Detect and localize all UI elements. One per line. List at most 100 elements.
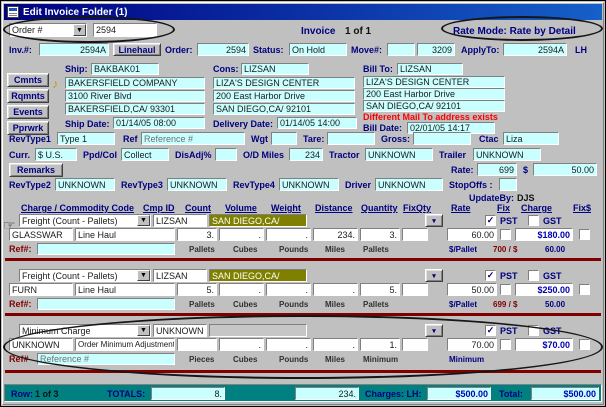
gst-checkbox[interactable] xyxy=(528,270,539,281)
destination-field[interactable] xyxy=(209,324,307,337)
wgt-field[interactable] xyxy=(271,132,297,145)
ref-number-field[interactable] xyxy=(37,298,175,310)
charge-type-combo[interactable]: Minimum Charge ▼ xyxy=(19,324,151,337)
commodity-code-field[interactable]: FURN xyxy=(9,283,73,296)
cons-name-field[interactable]: LIZA'S DESIGN CENTER xyxy=(213,77,355,89)
fix-checkbox[interactable] xyxy=(500,284,511,295)
tractor-field[interactable]: UNKNOWN xyxy=(365,148,433,161)
rate-lookup-button[interactable]: ▾ xyxy=(425,269,443,282)
commodity-code-field[interactable]: GLASSWAR xyxy=(9,228,73,241)
weight-field[interactable]: . xyxy=(266,228,311,241)
billto-city-field[interactable]: SAN DIEGO,CA/ 92101 xyxy=(363,100,505,112)
pst-checkbox[interactable]: ✓ xyxy=(485,270,496,281)
remarks-button[interactable]: Remarks xyxy=(9,163,63,177)
ship-code-field[interactable]: BAKBAK01 xyxy=(91,63,159,75)
move-number-field[interactable] xyxy=(387,43,415,56)
rate-amount-field[interactable]: 50.00 xyxy=(533,163,597,176)
move-code-field[interactable]: 3209 xyxy=(417,43,455,56)
distance-field[interactable]: . xyxy=(313,338,358,351)
trailer-field[interactable]: UNKNOWN xyxy=(473,148,541,161)
chevron-down-icon[interactable]: ▼ xyxy=(137,215,150,226)
order-number-input[interactable]: 2594 xyxy=(93,23,157,37)
stopoffs-field[interactable] xyxy=(499,178,517,191)
cmp-id-field[interactable]: UNKNOWN xyxy=(153,324,207,337)
ref-number-field[interactable] xyxy=(37,243,175,255)
distance-field[interactable]: 234. xyxy=(313,228,358,241)
status-field[interactable]: On Hold xyxy=(289,43,347,56)
fixqty-field[interactable] xyxy=(402,283,428,296)
quantity-field[interactable]: 5. xyxy=(360,283,400,296)
ship-name-field[interactable]: BAKERSFIELD COMPANY xyxy=(65,77,205,89)
cons-address-field[interactable]: 200 East Harbor Drive xyxy=(213,90,355,102)
fixqty-field[interactable] xyxy=(402,338,428,351)
ref-field[interactable]: Reference # xyxy=(141,132,245,145)
billto-address-field[interactable]: 200 East Harbor Drive xyxy=(363,88,505,100)
rate-field[interactable]: 60.00 xyxy=(447,228,497,241)
volume-field[interactable]: . xyxy=(219,228,264,241)
events-button[interactable]: Events xyxy=(7,105,49,119)
fix-checkbox[interactable] xyxy=(500,229,511,240)
revtype4-field[interactable]: UNKNOWN xyxy=(279,178,339,191)
pst-checkbox[interactable]: ✓ xyxy=(485,215,496,226)
description-field[interactable]: Line Haul xyxy=(75,283,175,296)
cons-code-field[interactable]: LIZSAN xyxy=(241,63,309,75)
requirements-button[interactable]: Rqmnts xyxy=(7,89,49,103)
destination-field[interactable]: SAN DIEGO,CA/ xyxy=(209,269,307,282)
gst-checkbox[interactable] xyxy=(528,215,539,226)
gst-checkbox[interactable] xyxy=(528,325,539,336)
chevron-down-icon[interactable]: ▼ xyxy=(137,270,150,281)
fixs-checkbox[interactable] xyxy=(579,229,590,240)
rate-field[interactable]: 70.00 xyxy=(447,338,497,351)
revtype3-field[interactable]: UNKNOWN xyxy=(167,178,227,191)
charge-field[interactable]: $250.00 xyxy=(515,283,573,296)
quantity-field[interactable]: 1. xyxy=(360,338,400,351)
pst-checkbox[interactable]: ✓ xyxy=(485,325,496,336)
order-field[interactable]: 2594 xyxy=(197,43,249,56)
inv-number-field[interactable]: 2594A xyxy=(39,43,109,56)
charge-type-combo[interactable]: Freight (Count - Pallets) ▼ xyxy=(19,269,151,282)
ship-address-field[interactable]: 3100 River Blvd xyxy=(65,90,205,102)
charge-field[interactable]: $180.00 xyxy=(515,228,573,241)
cmp-id-field[interactable]: LIZSAN xyxy=(153,214,207,227)
fixqty-field[interactable] xyxy=(402,228,428,241)
order-combo[interactable]: Order # ▼ xyxy=(9,23,87,37)
ppdcol-field[interactable]: Collect xyxy=(121,148,169,161)
charge-field[interactable]: $70.00 xyxy=(515,338,573,351)
cons-city-field[interactable]: SAN DIEGO,CA/ 92101 xyxy=(213,103,355,115)
fix-checkbox[interactable] xyxy=(500,339,511,350)
ref-number-field[interactable]: Reference # xyxy=(37,353,175,365)
comments-button[interactable]: Cmnts xyxy=(7,73,49,87)
commodity-code-field[interactable]: UNKNOWN xyxy=(9,338,73,351)
rate-lookup-button[interactable]: ▾ xyxy=(425,324,443,337)
revtype2-field[interactable]: UNKNOWN xyxy=(55,178,115,191)
weight-field[interactable]: . xyxy=(266,338,311,351)
fixs-checkbox[interactable] xyxy=(579,284,590,295)
revtype1-field[interactable]: Type 1 xyxy=(57,132,115,145)
count-field[interactable] xyxy=(177,338,217,351)
linehaul-button[interactable]: Linehaul xyxy=(113,43,161,56)
description-field[interactable]: Line Haul xyxy=(75,228,175,241)
tare-field[interactable] xyxy=(327,132,375,145)
weight-field[interactable]: . xyxy=(266,283,311,296)
description-field[interactable]: Order Minimum Adjustment xyxy=(75,338,175,351)
curr-field[interactable]: $ U.S. xyxy=(35,148,77,161)
rate-field[interactable]: 699 xyxy=(477,163,517,176)
rate-field[interactable]: 50.00 xyxy=(447,283,497,296)
ctac-field[interactable]: Liza xyxy=(503,132,559,145)
destination-field[interactable]: SAN DIEGO,CA/ xyxy=(209,214,307,227)
driver-field[interactable]: UNKNOWN xyxy=(375,178,443,191)
count-field[interactable]: 3. xyxy=(177,228,217,241)
distance-field[interactable]: . xyxy=(313,283,358,296)
quantity-field[interactable]: 3. xyxy=(360,228,400,241)
count-field[interactable]: 5. xyxy=(177,283,217,296)
billto-name-field[interactable]: LIZA'S DESIGN CENTER xyxy=(363,76,505,88)
fixs-checkbox[interactable] xyxy=(579,339,590,350)
chevron-down-icon[interactable]: ▼ xyxy=(137,325,150,336)
gross-field[interactable] xyxy=(413,132,471,145)
odmiles-field[interactable]: 234 xyxy=(289,148,323,161)
paperwork-button[interactable]: Pprwrk xyxy=(7,121,49,135)
ship-date-field[interactable]: 01/14/05 08:00 xyxy=(113,117,205,129)
cmp-id-field[interactable]: LIZSAN xyxy=(153,269,207,282)
volume-field[interactable]: . xyxy=(219,338,264,351)
volume-field[interactable]: . xyxy=(219,283,264,296)
